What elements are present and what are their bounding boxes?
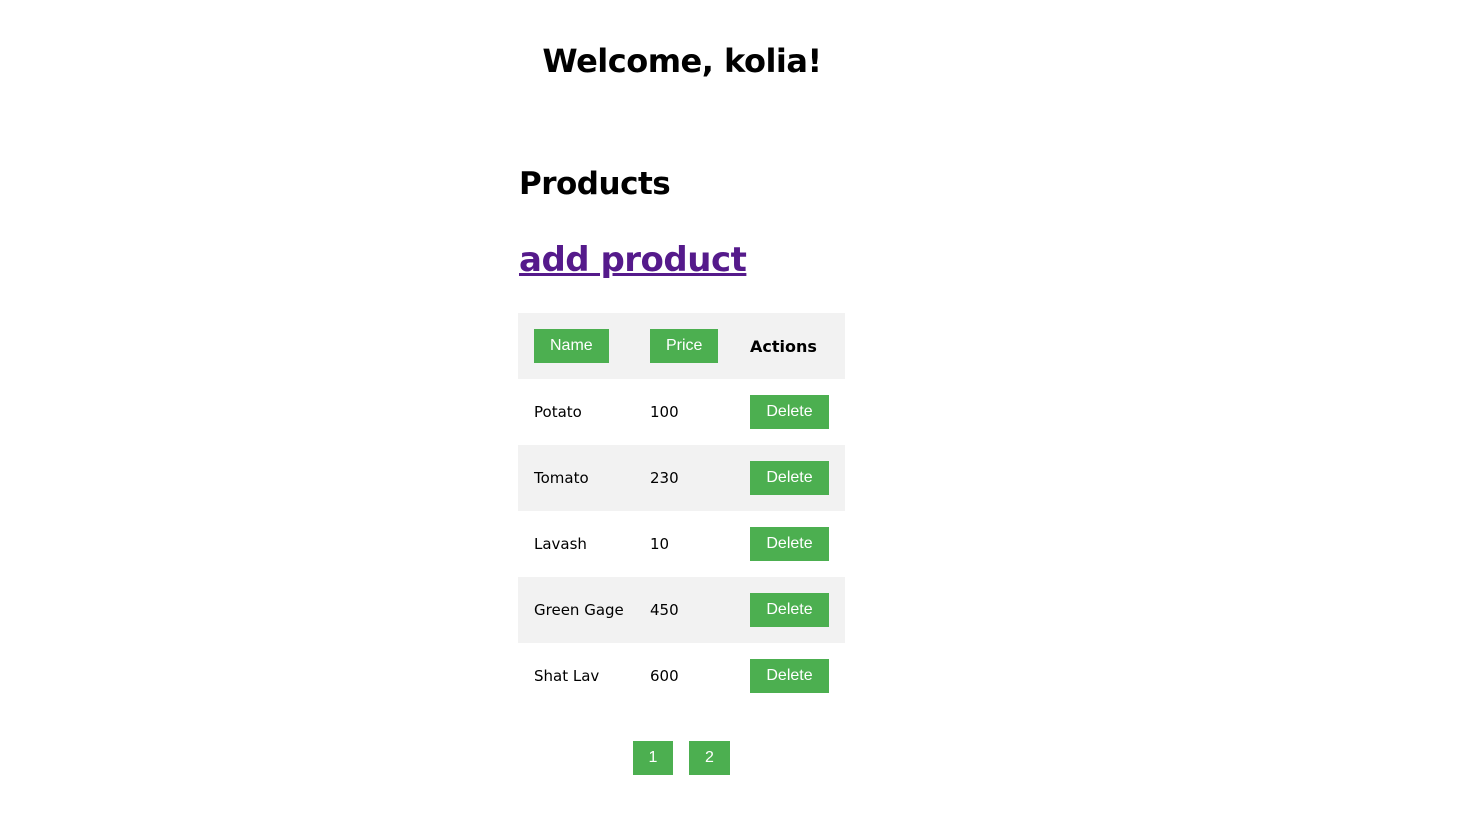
product-name: Tomato — [534, 469, 589, 487]
product-price: 10 — [650, 535, 670, 553]
table-header: Name Price Actions — [518, 313, 845, 379]
product-price: 230 — [650, 469, 679, 487]
page-1-button[interactable]: 1 — [633, 741, 673, 775]
table-row: Lavash 10 Delete — [518, 511, 845, 577]
add-product-link[interactable]: add product — [519, 240, 747, 280]
delete-button[interactable]: Delete — [750, 461, 829, 495]
products-table: Name Price Actions Potato 100 Delete Tom… — [518, 313, 845, 709]
delete-button[interactable]: Delete — [750, 593, 829, 627]
table-row: Potato 100 Delete — [518, 379, 845, 445]
column-header-name: Name — [518, 313, 634, 379]
table-body: Potato 100 Delete Tomato 230 Delete Lava… — [518, 379, 845, 709]
delete-button[interactable]: Delete — [750, 659, 829, 693]
product-actions: Delete — [734, 379, 845, 445]
product-actions: Delete — [734, 577, 845, 643]
product-name: Potato — [534, 403, 582, 421]
pagination: 1 2 — [633, 741, 730, 775]
product-actions: Delete — [734, 511, 845, 577]
welcome-heading: Welcome, kolia! — [542, 42, 822, 80]
product-actions: Delete — [734, 643, 845, 709]
delete-button[interactable]: Delete — [750, 395, 829, 429]
sort-by-price-button[interactable]: Price — [650, 329, 719, 363]
page-title: Products — [519, 166, 671, 202]
product-name: Green Gage — [534, 601, 624, 619]
product-actions: Delete — [734, 445, 845, 511]
table-header-row: Name Price Actions — [518, 313, 845, 379]
sort-by-name-button[interactable]: Name — [534, 329, 609, 363]
product-name: Shat Lav — [534, 667, 600, 685]
product-price: 100 — [650, 403, 679, 421]
product-price: 450 — [650, 601, 679, 619]
product-name: Lavash — [534, 535, 587, 553]
table-row: Shat Lav 600 Delete — [518, 643, 845, 709]
table-row: Green Gage 450 Delete — [518, 577, 845, 643]
column-header-price: Price — [634, 313, 734, 379]
product-price: 600 — [650, 667, 679, 685]
column-header-actions: Actions — [734, 313, 845, 379]
page-2-button[interactable]: 2 — [689, 741, 730, 775]
delete-button[interactable]: Delete — [750, 527, 829, 561]
actions-header-label: Actions — [750, 336, 817, 356]
table-row: Tomato 230 Delete — [518, 445, 845, 511]
